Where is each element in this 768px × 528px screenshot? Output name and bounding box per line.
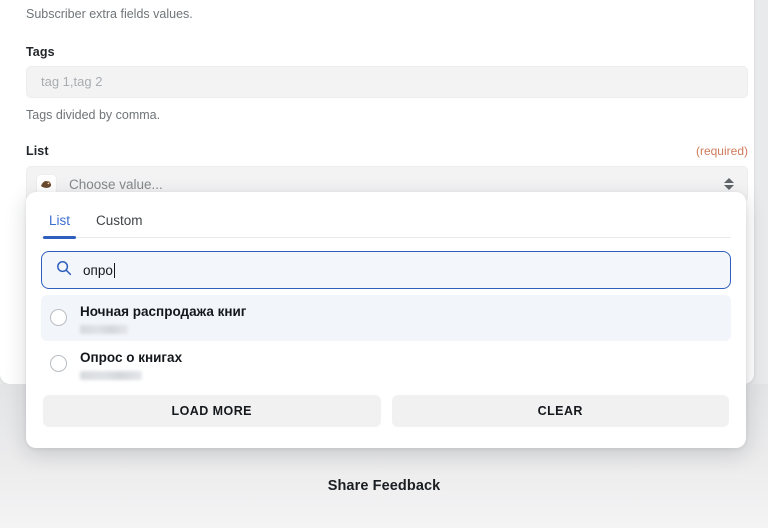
text-caret (113, 262, 115, 278)
share-feedback-button[interactable]: Share Feedback (0, 478, 768, 494)
list-item[interactable]: Ночная распродажа книг (41, 295, 731, 341)
list-label-row: List (required) (26, 144, 748, 158)
tab-list[interactable]: List (42, 213, 77, 239)
dropdown-options-list: Ночная распродажа книг Опрос о книгах (41, 295, 731, 387)
list-item[interactable]: Опрос о книгах (41, 341, 731, 387)
list-item-subtitle-redacted (80, 370, 142, 380)
search-icon (56, 260, 72, 281)
dropdown-tabs: List Custom (41, 192, 731, 239)
form-area: Subscriber extra fields values. Tags tag… (26, 0, 748, 202)
tab-custom[interactable]: Custom (96, 213, 143, 237)
list-item-subtitle-redacted (80, 324, 128, 334)
list-dropdown-panel: List Custom опро Ночная распродажа книг … (26, 192, 746, 448)
tags-input-placeholder: tag 1,tag 2 (41, 74, 103, 89)
list-select-placeholder: Choose value... (69, 176, 163, 192)
clear-button[interactable]: CLEAR (391, 394, 729, 427)
list-item-title: Ночная распродажа книг (80, 304, 247, 319)
list-item-body: Ночная распродажа книг (80, 302, 246, 334)
list-item-body: Опрос о книгах (80, 348, 182, 380)
dropdown-search-input[interactable]: опро (83, 262, 115, 278)
list-item-title: Опрос о книгах (80, 349, 183, 365)
load-more-button[interactable]: LOAD MORE (43, 394, 381, 427)
dropdown-action-buttons: LOAD MORE CLEAR (41, 394, 731, 427)
chevron-down-icon (724, 185, 734, 190)
radio-button[interactable] (50, 309, 67, 326)
stepper-arrows-icon[interactable] (721, 178, 737, 190)
dropdown-search-field[interactable]: опро (41, 251, 731, 289)
list-label: List (26, 144, 49, 158)
tags-helper-text: Tags divided by comma. (26, 107, 161, 122)
subscriber-extra-fields-helper: Subscriber extra fields values. (26, 7, 193, 21)
radio-button[interactable] (50, 354, 67, 372)
tags-label: Tags (26, 44, 55, 59)
chevron-up-icon (724, 178, 734, 183)
list-required-badge: (required) (695, 144, 748, 158)
tags-input[interactable]: tag 1,tag 2 (26, 65, 748, 98)
search-input-value: опро (83, 262, 113, 278)
